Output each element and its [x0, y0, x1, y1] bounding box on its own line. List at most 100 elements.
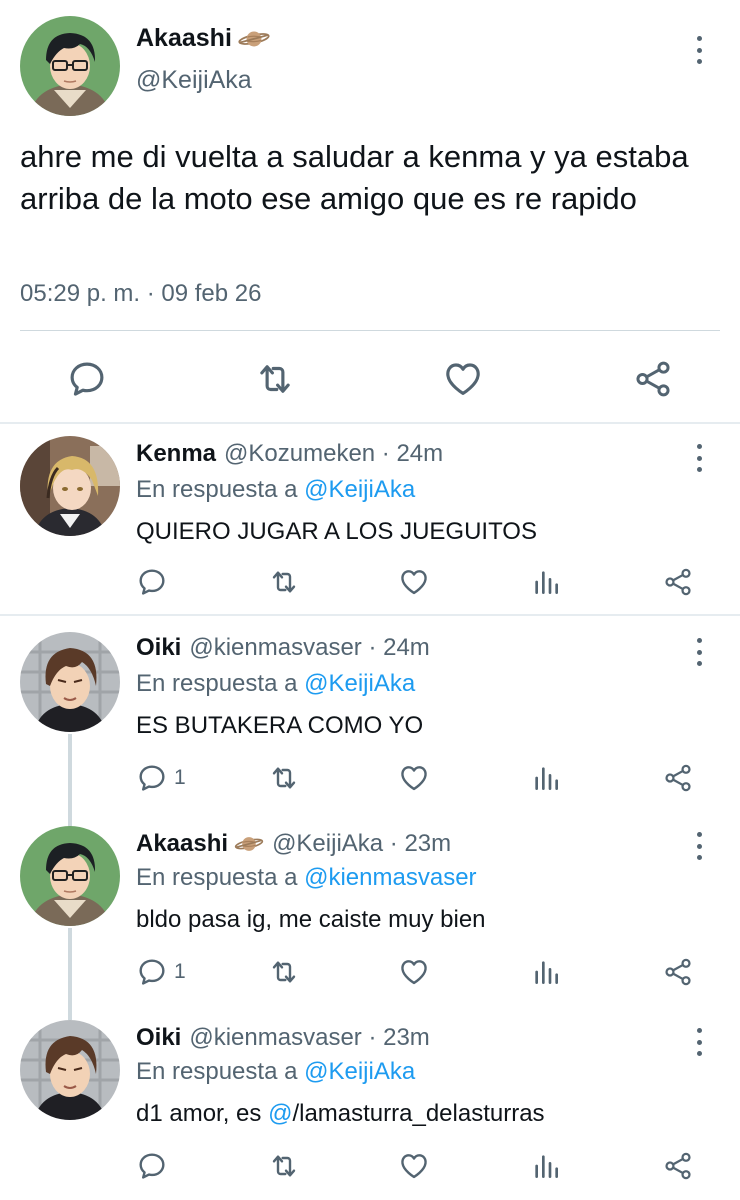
mention-link[interactable]: @kienmasvaser [304, 864, 476, 891]
mention-link[interactable]: @KeijiAka [304, 1058, 415, 1085]
reply-tweet[interactable]: Akaashi @KeijiAka · 23m En respuesta a @… [0, 812, 740, 1008]
retweet-button[interactable] [268, 1150, 300, 1182]
view-stats-button[interactable] [530, 1150, 562, 1182]
retweet-button[interactable] [268, 956, 300, 988]
like-icon [442, 358, 484, 400]
tweet-action-bar [0, 1148, 740, 1188]
replying-to: En respuesta a @kienmasvaser [136, 864, 477, 892]
like-icon [398, 566, 430, 598]
like-button[interactable] [442, 358, 484, 400]
replying-to-label: En respuesta a [136, 476, 305, 503]
author-display-name[interactable]: Kenma [136, 440, 216, 468]
mention-link[interactable]: @KeijiAka [304, 476, 415, 503]
share-button[interactable] [662, 1150, 694, 1182]
more-options-icon[interactable] [694, 832, 704, 860]
view-stats-button[interactable] [530, 956, 562, 988]
stats-icon [530, 956, 562, 988]
tweet-text: ES BUTAKERA COMO YO [136, 712, 424, 739]
more-options-icon[interactable] [694, 444, 704, 472]
author-handle[interactable]: @KeijiAka [136, 66, 252, 95]
mention-link[interactable]: @ [268, 1100, 292, 1127]
avatar[interactable] [20, 632, 120, 732]
author-handle-time[interactable]: @kienmasvaser · 24m [189, 634, 429, 662]
reply-icon [136, 566, 168, 598]
avatar[interactable] [20, 436, 120, 536]
retweet-icon [268, 762, 300, 794]
reply-tweet[interactable]: Oiki @kienmasvaser · 23m En respuesta a … [0, 1008, 740, 1200]
view-stats-button[interactable] [530, 762, 562, 794]
mention-link[interactable]: @KeijiAka [304, 670, 415, 697]
share-icon [662, 1150, 694, 1182]
share-icon [632, 358, 674, 400]
retweet-icon [268, 566, 300, 598]
replying-to: En respuesta a @KeijiAka [136, 476, 415, 504]
reply-button[interactable] [136, 566, 174, 598]
reply-header: Oiki @kienmasvaser · 23m [136, 1024, 430, 1052]
share-icon [662, 566, 694, 598]
reply-icon [136, 956, 168, 988]
reply-tweet[interactable]: Oiki @kienmasvaser · 24m En respuesta a … [0, 618, 740, 812]
stats-icon [530, 1150, 562, 1182]
like-icon [398, 956, 430, 988]
reply-icon [136, 762, 168, 794]
retweet-button[interactable] [268, 566, 300, 598]
like-icon [398, 762, 430, 794]
like-button[interactable] [398, 762, 430, 794]
share-button[interactable] [632, 358, 674, 400]
tweet-action-bar [0, 564, 740, 604]
author-display-name[interactable]: Akaashi [136, 24, 232, 53]
tweet-action-bar: 1 [0, 954, 740, 994]
tweet-action-bar [0, 354, 740, 404]
view-stats-button[interactable] [530, 566, 562, 598]
author-display-name[interactable]: Oiki [136, 634, 181, 662]
tweet-text: QUIERO JUGAR A LOS JUEGUITOS [136, 518, 537, 545]
retweet-button[interactable] [268, 762, 300, 794]
retweet-icon [268, 956, 300, 988]
retweet-button[interactable] [254, 358, 296, 400]
like-button[interactable] [398, 956, 430, 988]
tweet-text: d1 amor, es @/lamasturra_delasturras [136, 1100, 545, 1128]
share-button[interactable] [662, 762, 694, 794]
reply-button[interactable] [66, 358, 108, 400]
planet-emoji-icon [238, 28, 270, 50]
reply-count: 1 [174, 960, 186, 983]
like-button[interactable] [398, 566, 430, 598]
like-button[interactable] [398, 1150, 430, 1182]
reply-icon [66, 358, 108, 400]
retweet-icon [268, 1150, 300, 1182]
author-handle-time[interactable]: @Kozumeken · 24m [224, 440, 443, 468]
avatar[interactable] [20, 1020, 120, 1120]
reply-tweet[interactable]: Kenma @Kozumeken · 24m En respuesta a @K… [0, 426, 740, 616]
author-display-name[interactable]: Oiki [136, 1024, 181, 1052]
divider [0, 614, 740, 616]
replying-to-label: En respuesta a [136, 864, 305, 891]
reply-header: Oiki @kienmasvaser · 24m [136, 634, 430, 662]
share-button[interactable] [662, 566, 694, 598]
replying-to-label: En respuesta a [136, 670, 305, 697]
reply-button[interactable] [136, 1150, 174, 1182]
tweet-timestamp: 05:29 p. m. · 09 feb 26 [20, 280, 262, 307]
share-icon [662, 762, 694, 794]
author-handle-time[interactable]: @kienmasvaser · 23m [189, 1024, 429, 1052]
reply-icon [136, 1150, 168, 1182]
more-options-icon[interactable] [694, 1028, 704, 1056]
author-name-row[interactable]: Akaashi [136, 24, 270, 53]
tweet-text: bldo pasa ig, me caiste muy bien [136, 906, 486, 933]
more-options-icon[interactable] [694, 638, 704, 666]
share-icon [662, 956, 694, 988]
author-display-name[interactable]: Akaashi [136, 830, 228, 858]
divider [20, 330, 720, 331]
share-button[interactable] [662, 956, 694, 988]
tweet-action-bar: 1 [0, 760, 740, 800]
avatar[interactable] [20, 16, 120, 116]
reply-count: 1 [174, 766, 186, 789]
reply-button[interactable]: 1 [136, 956, 186, 988]
reply-header: Akaashi @KeijiAka · 23m [136, 830, 451, 858]
more-options-icon[interactable] [694, 36, 704, 64]
like-icon [398, 1150, 430, 1182]
reply-button[interactable]: 1 [136, 762, 186, 794]
reply-header: Kenma @Kozumeken · 24m [136, 440, 443, 468]
author-handle-time[interactable]: @KeijiAka · 23m [272, 830, 451, 858]
avatar[interactable] [20, 826, 120, 926]
tweet-text: ahre me di vuelta a saludar a kenma y ya… [20, 139, 689, 216]
